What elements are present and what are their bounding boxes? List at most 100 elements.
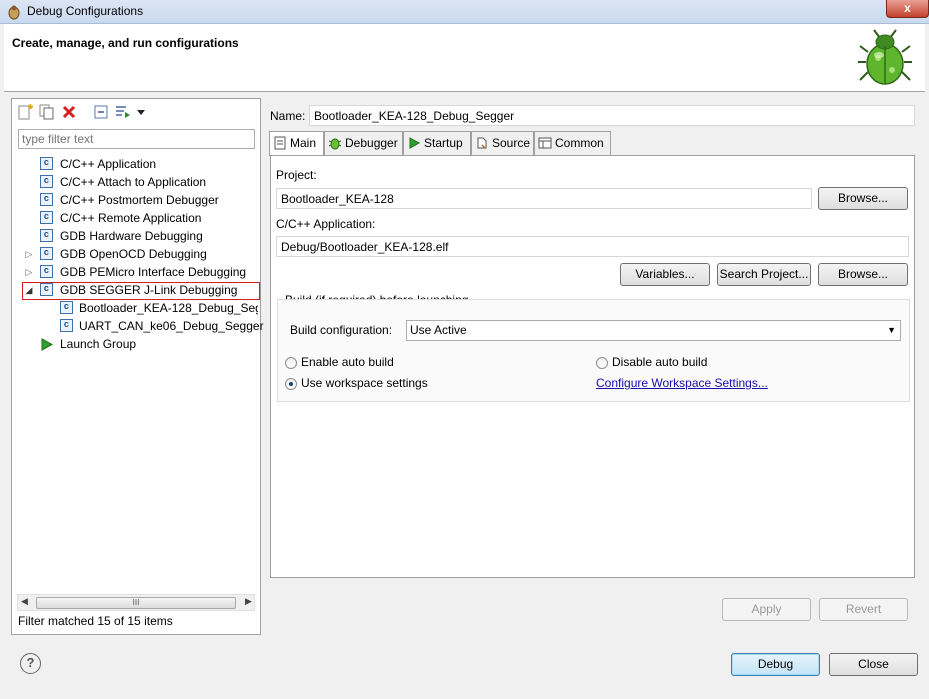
main-tab-icon	[274, 136, 286, 150]
search-project-button[interactable]: Search Project...	[717, 263, 811, 286]
tree-item-label: Bootloader_KEA-128_Debug_Segger	[79, 301, 258, 315]
tree-item-bootloader-config[interactable]: c Bootloader_KEA-128_Debug_Segger	[22, 299, 258, 317]
tree-item-label: GDB PEMicro Interface Debugging	[60, 265, 247, 279]
collapse-arrow-icon[interactable]: ◢	[24, 285, 34, 295]
tree-item-launch-group[interactable]: Launch Group	[22, 335, 258, 353]
browse-application-button[interactable]: Browse...	[818, 263, 908, 286]
debug-app-icon	[8, 5, 20, 20]
tree-item-label: UART_CAN_ke06_Debug_Segger	[79, 319, 264, 333]
expand-arrow-icon[interactable]: ▷	[24, 267, 34, 277]
tree-item-gdb-openocd[interactable]: ▷ c GDB OpenOCD Debugging	[22, 245, 258, 263]
debug-button[interactable]: Debug	[731, 653, 820, 676]
browse-project-button[interactable]: Browse...	[818, 187, 908, 210]
source-tab-icon	[477, 137, 487, 149]
tree-item-label: C/C++ Remote Application	[60, 211, 202, 225]
disable-auto-build-label: Disable auto build	[612, 355, 708, 369]
apply-button[interactable]: Apply	[722, 598, 811, 621]
tab-common[interactable]: Common	[534, 131, 611, 155]
delete-icon[interactable]	[60, 103, 78, 121]
tab-label: Common	[555, 136, 604, 150]
filter-input[interactable]	[18, 129, 255, 149]
project-label: Project:	[276, 168, 317, 182]
use-workspace-settings-radio[interactable]	[285, 378, 297, 390]
name-label: Name:	[270, 109, 306, 123]
tree-item-label: GDB OpenOCD Debugging	[60, 247, 207, 261]
application-label: C/C++ Application:	[276, 217, 376, 231]
tab-startup[interactable]: Startup	[403, 131, 471, 155]
main-tab-panel: Project: Bootloader_KEA-128 Browse... C/…	[270, 155, 915, 578]
scroll-left-icon[interactable]: ◀	[21, 596, 28, 607]
c-config-icon: c	[40, 211, 53, 224]
scroll-right-icon[interactable]: ▶	[245, 596, 252, 607]
common-tab-icon	[538, 137, 552, 149]
application-field[interactable]: Debug/Bootloader_KEA-128.elf	[276, 236, 909, 257]
new-config-icon[interactable]	[16, 103, 34, 121]
select-value: Use Active	[410, 323, 467, 337]
filter-icon[interactable]	[114, 103, 132, 121]
variables-button[interactable]: Variables...	[620, 263, 710, 286]
enable-auto-build-label: Enable auto build	[301, 355, 394, 369]
use-workspace-settings-label: Use workspace settings	[301, 376, 428, 390]
c-config-icon: c	[60, 319, 73, 332]
config-tree: c C/C++ Application c C/C++ Attach to Ap…	[22, 155, 264, 353]
close-button[interactable]: Close	[829, 653, 918, 676]
bug-icon	[858, 29, 912, 85]
tree-item-label: C/C++ Postmortem Debugger	[60, 193, 219, 207]
tree-item-label: Launch Group	[60, 337, 137, 351]
tab-label: Debugger	[345, 136, 398, 150]
tree-item-cpp-application[interactable]: c C/C++ Application	[22, 155, 258, 173]
disable-auto-build-radio[interactable]	[596, 357, 608, 369]
build-group: Build configuration: Use Active ▼ Enable…	[277, 299, 910, 402]
debugger-tab-icon	[328, 138, 342, 150]
build-config-label: Build configuration:	[290, 323, 393, 337]
filter-status: Filter matched 15 of 15 items	[18, 614, 173, 628]
window-close-button[interactable]: x	[886, 0, 929, 18]
tab-source[interactable]: Source	[471, 131, 534, 155]
duplicate-icon[interactable]	[38, 103, 56, 121]
tree-item-cpp-attach[interactable]: c C/C++ Attach to Application	[22, 173, 258, 191]
window-title: Debug Configurations	[27, 4, 144, 18]
c-config-icon: c	[40, 193, 53, 206]
build-config-select[interactable]: Use Active ▼	[406, 320, 901, 341]
revert-button[interactable]: Revert	[819, 598, 908, 621]
configure-workspace-link[interactable]: Configure Workspace Settings...	[596, 376, 768, 390]
configuration-tree-panel: c C/C++ Application c C/C++ Attach to Ap…	[11, 98, 264, 635]
tree-item-gdb-segger[interactable]: ◢ c GDB SEGGER J-Link Debugging	[22, 281, 258, 299]
c-config-icon: c	[40, 229, 53, 242]
c-config-icon: c	[40, 247, 53, 260]
tree-item-uart-config[interactable]: c UART_CAN_ke06_Debug_Segger	[22, 317, 264, 335]
tree-item-gdb-hardware[interactable]: c GDB Hardware Debugging	[22, 227, 258, 245]
tree-item-label: C/C++ Attach to Application	[60, 175, 207, 189]
startup-tab-icon	[409, 137, 421, 149]
c-config-icon: c	[40, 157, 53, 170]
c-config-icon: c	[40, 265, 53, 278]
tree-item-label: GDB Hardware Debugging	[60, 229, 203, 243]
config-name-field[interactable]: Bootloader_KEA-128_Debug_Segger	[309, 105, 915, 126]
expand-arrow-icon[interactable]: ▷	[24, 249, 34, 259]
c-config-icon: c	[40, 283, 53, 296]
horizontal-scrollbar[interactable]: ◀ III ▶	[17, 594, 255, 611]
configuration-editor: Name: Bootloader_KEA-128_Debug_Segger Ma…	[264, 98, 922, 635]
help-icon[interactable]: ?	[20, 653, 41, 674]
tree-item-cpp-remote[interactable]: c C/C++ Remote Application	[22, 209, 258, 227]
tree-item-cpp-postmortem[interactable]: c C/C++ Postmortem Debugger	[22, 191, 258, 209]
tab-label: Startup	[424, 136, 463, 150]
collapse-all-icon[interactable]	[92, 103, 110, 121]
tab-label: Main	[290, 136, 317, 150]
scrollbar-thumb[interactable]: III	[36, 597, 236, 609]
tree-item-label: GDB SEGGER J-Link Debugging	[60, 283, 238, 297]
enable-auto-build-radio[interactable]	[285, 357, 297, 369]
dropdown-arrow-icon[interactable]	[136, 103, 146, 121]
header-banner: Create, manage, and run configurations	[4, 24, 925, 92]
page-title: Create, manage, and run configurations	[12, 36, 239, 50]
tab-main[interactable]: Main	[269, 131, 324, 156]
tree-item-label: C/C++ Application	[60, 157, 157, 171]
title-bar: Debug Configurations x	[0, 0, 929, 24]
tab-debugger[interactable]: Debugger	[324, 131, 403, 155]
tab-label: Source	[492, 136, 531, 150]
tree-item-gdb-pemicro[interactable]: ▷ c GDB PEMicro Interface Debugging	[22, 263, 258, 281]
c-config-icon: c	[60, 301, 73, 314]
chevron-down-icon: ▼	[887, 325, 896, 335]
project-field[interactable]: Bootloader_KEA-128	[276, 188, 812, 209]
c-config-icon: c	[40, 175, 53, 188]
